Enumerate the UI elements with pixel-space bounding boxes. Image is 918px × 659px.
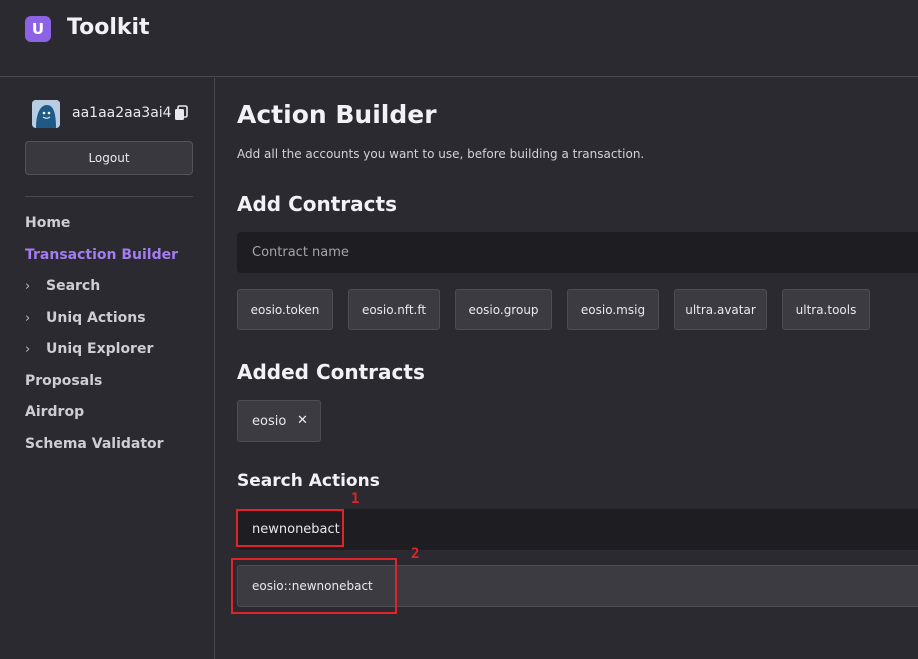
app-logo-icon[interactable]: U xyxy=(25,16,51,42)
chevron-right-icon: › xyxy=(25,310,31,326)
contract-suggestion-eosio-token[interactable]: eosio.token xyxy=(237,289,333,330)
copy-icon[interactable] xyxy=(174,105,188,121)
sidebar-item-label: Home xyxy=(25,215,71,231)
contract-suggestion-eosio-msig[interactable]: eosio.msig xyxy=(567,289,659,330)
annotation-label-1: 1 xyxy=(351,491,360,507)
sidebar-divider xyxy=(25,196,193,197)
added-contract-label: eosio xyxy=(252,413,287,429)
sidebar-item-label: Proposals xyxy=(25,373,103,389)
sidebar-item-search[interactable]: › Search xyxy=(25,278,100,294)
contract-suggestion-eosio-group[interactable]: eosio.group xyxy=(455,289,552,330)
contract-suggestion-ultra-tools[interactable]: ultra.tools xyxy=(782,289,870,330)
sidebar-item-schema-validator[interactable]: Schema Validator xyxy=(25,436,164,452)
close-icon[interactable]: ✕ xyxy=(297,413,308,428)
sidebar: aa1aa2aa3ai4 Logout Home Transaction Bui… xyxy=(0,78,215,659)
sidebar-item-label: Uniq Explorer xyxy=(46,341,154,357)
chevron-right-icon: › xyxy=(25,278,31,294)
logout-button[interactable]: Logout xyxy=(25,141,193,175)
search-actions-heading: Search Actions xyxy=(237,471,380,491)
annotation-box-1 xyxy=(236,509,344,547)
app-header: U Toolkit xyxy=(0,0,918,77)
sidebar-item-airdrop[interactable]: Airdrop xyxy=(25,404,84,420)
page-subtitle: Add all the accounts you want to use, be… xyxy=(237,147,645,161)
add-contracts-heading: Add Contracts xyxy=(237,192,397,216)
page-title: Action Builder xyxy=(237,100,437,129)
added-contracts-heading: Added Contracts xyxy=(237,360,425,384)
sidebar-item-label: Schema Validator xyxy=(25,436,164,452)
annotation-box-2 xyxy=(231,558,397,614)
sidebar-item-uniq-explorer[interactable]: › Uniq Explorer xyxy=(25,341,153,357)
app-title: Toolkit xyxy=(67,15,150,40)
sidebar-item-label: Search xyxy=(46,278,101,294)
contract-suggestion-eosio-nft-ft[interactable]: eosio.nft.ft xyxy=(348,289,440,330)
sidebar-item-uniq-actions[interactable]: › Uniq Actions xyxy=(25,310,146,326)
sidebar-item-label: Transaction Builder xyxy=(25,247,179,263)
contract-suggestion-ultra-avatar[interactable]: ultra.avatar xyxy=(674,289,767,330)
added-contract-chip: eosio ✕ xyxy=(237,400,321,442)
sidebar-item-proposals[interactable]: Proposals xyxy=(25,373,102,389)
avatar-icon xyxy=(32,100,60,128)
contract-name-input[interactable]: Contract name xyxy=(237,232,918,273)
account-name: aa1aa2aa3ai4 xyxy=(72,105,172,121)
sidebar-item-transaction-builder[interactable]: Transaction Builder xyxy=(25,247,178,263)
logo-letter: U xyxy=(31,19,45,38)
contract-name-placeholder: Contract name xyxy=(252,245,349,260)
sidebar-item-label: Airdrop xyxy=(25,404,85,420)
sidebar-item-home[interactable]: Home xyxy=(25,215,70,231)
annotation-label-2: 2 xyxy=(411,546,420,562)
chevron-right-icon: › xyxy=(25,341,31,357)
sidebar-item-label: Uniq Actions xyxy=(46,310,146,326)
